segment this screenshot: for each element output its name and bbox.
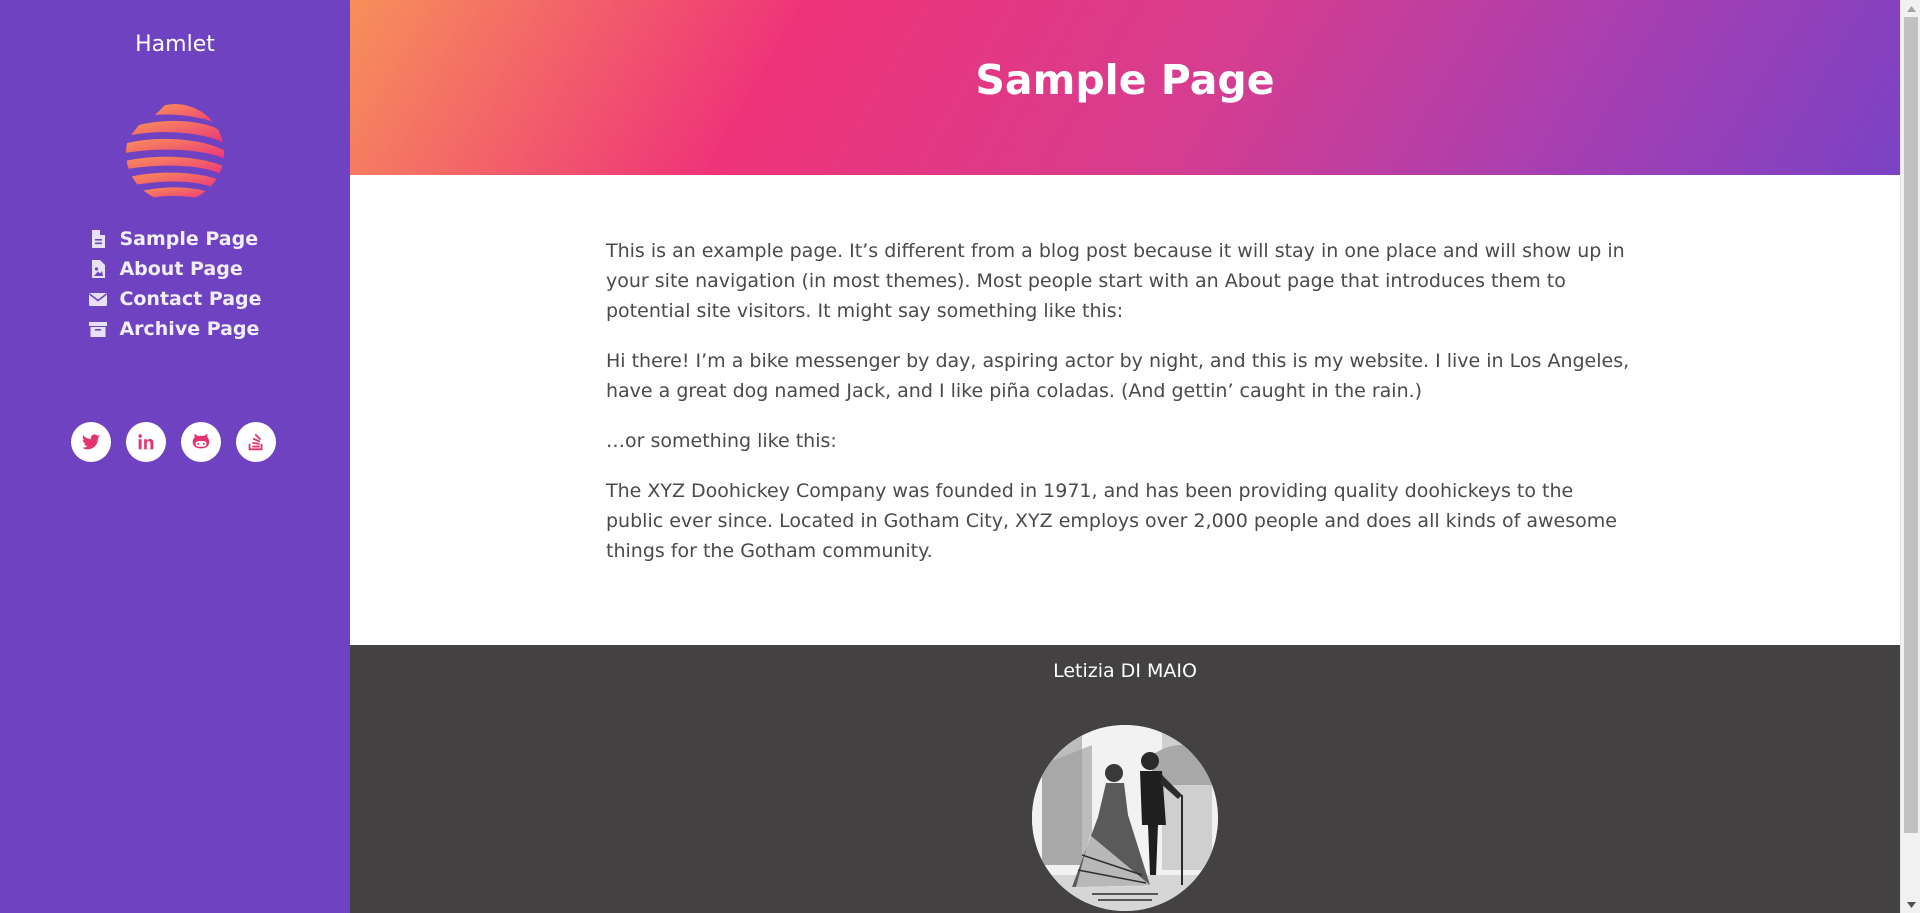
- page-title: Sample Page: [975, 55, 1275, 104]
- nav-label: About Page: [119, 258, 243, 280]
- page-content: This is an example page. It’s different …: [606, 236, 1636, 586]
- sidebar: Hamlet Sample Page About Page Contact Pa…: [0, 0, 350, 913]
- author-name: Letizia DI MAIO: [1053, 660, 1197, 682]
- nav-item-contact-page[interactable]: Contact Page: [88, 284, 262, 314]
- content-paragraph: The XYZ Doohickey Company was founded in…: [606, 480, 1617, 562]
- envelope-icon: [89, 293, 108, 306]
- scroll-up-arrow-icon[interactable]: [1901, 0, 1920, 17]
- file-image-icon: [92, 260, 106, 278]
- content-paragraph: …or something like this:: [606, 430, 837, 452]
- nav-label: Sample Page: [119, 228, 259, 250]
- nav-label: Archive Page: [119, 318, 260, 340]
- page-header: Sample Page: [350, 0, 1900, 175]
- content-paragraph: This is an example page. It’s different …: [606, 240, 1625, 322]
- stack-overflow-icon: [248, 433, 263, 451]
- logo-icon[interactable]: [125, 103, 225, 203]
- nav-item-archive-page[interactable]: Archive Page: [88, 314, 259, 344]
- main-navigation: Sample Page About Page Contact Page Arch…: [0, 224, 350, 344]
- twitter-icon: [81, 434, 101, 450]
- vertical-scrollbar[interactable]: [1900, 0, 1920, 913]
- author-avatar: [1032, 725, 1218, 911]
- linkedin-link[interactable]: [126, 422, 166, 462]
- nav-item-sample-page[interactable]: Sample Page: [88, 224, 258, 254]
- file-icon: [92, 230, 106, 248]
- scrollbar-thumb[interactable]: [1904, 17, 1918, 833]
- archive-box-icon: [89, 322, 108, 337]
- footer: Letizia DI MAIO: [350, 645, 1900, 913]
- stack-overflow-link[interactable]: [236, 422, 276, 462]
- social-links: [71, 422, 276, 462]
- github-link[interactable]: [181, 422, 221, 462]
- github-icon: [192, 433, 210, 449]
- content-paragraph: Hi there! I’m a bike messenger by day, a…: [606, 350, 1630, 402]
- nav-item-about-page[interactable]: About Page: [88, 254, 243, 284]
- linkedin-icon: [138, 434, 154, 450]
- scroll-down-arrow-icon[interactable]: [1901, 896, 1920, 913]
- nav-label: Contact Page: [119, 288, 262, 310]
- twitter-link[interactable]: [71, 422, 111, 462]
- site-title[interactable]: Hamlet: [0, 32, 350, 57]
